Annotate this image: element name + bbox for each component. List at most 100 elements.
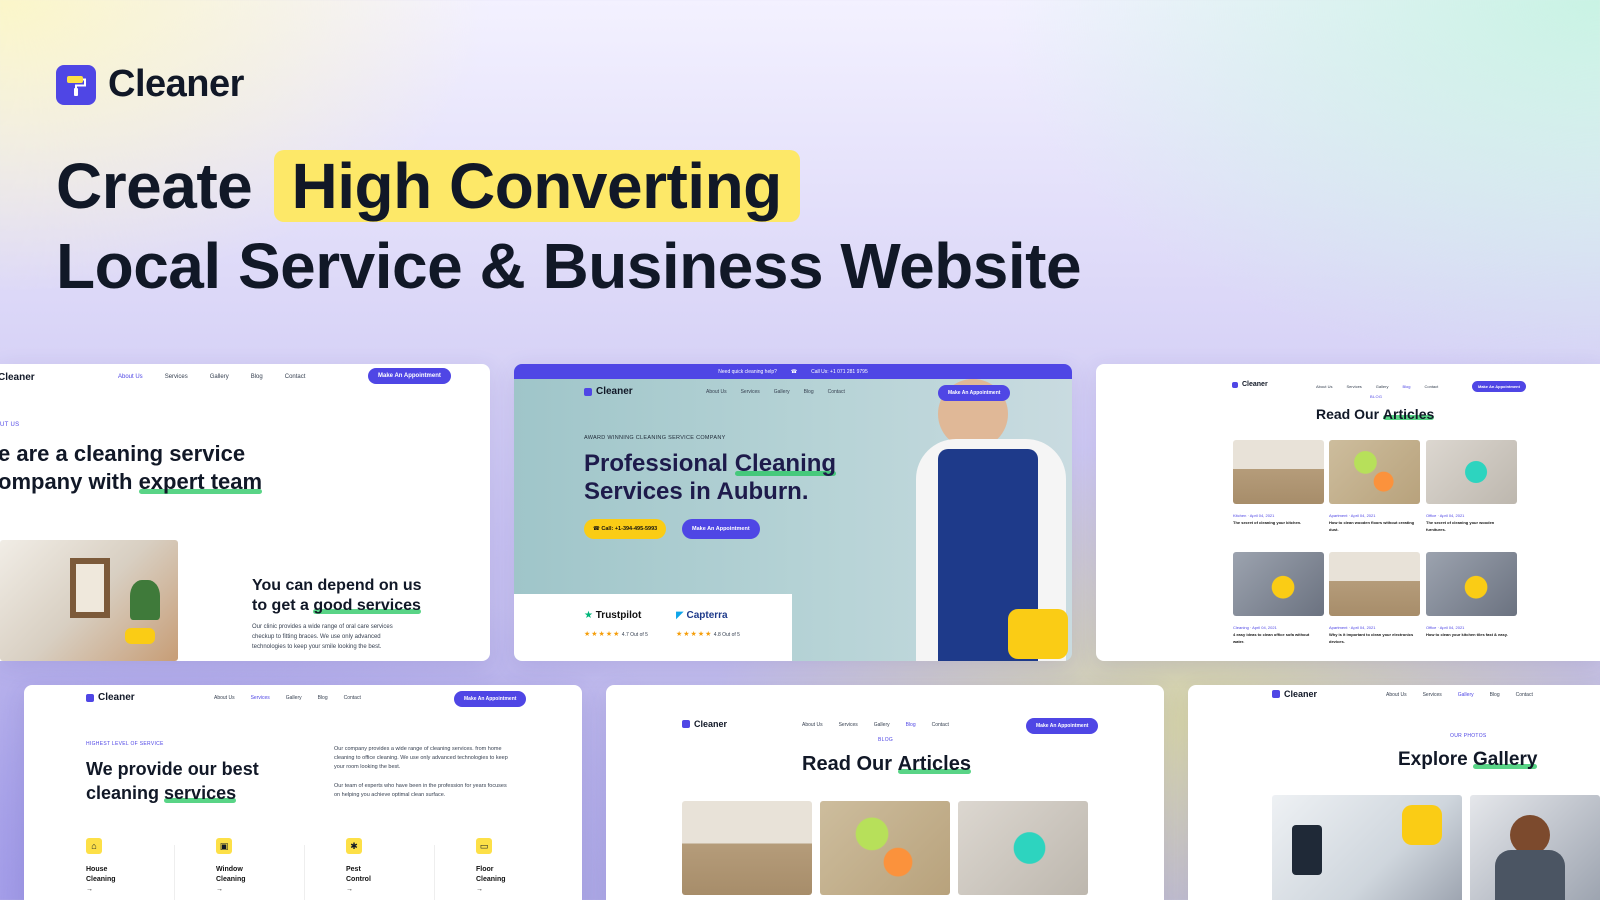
article-image[interactable] <box>1233 552 1324 616</box>
nav-contact[interactable]: Contact <box>285 374 306 380</box>
house-icon: ⌂ <box>86 838 102 854</box>
nav-menu: About Us Services Gallery Blog Contact <box>1316 384 1438 389</box>
nav-about[interactable]: About Us <box>802 722 823 728</box>
nav-about[interactable]: About Us <box>1316 384 1332 389</box>
article-image[interactable] <box>958 801 1088 895</box>
nav-about[interactable]: About Us <box>706 389 727 395</box>
nav-blog[interactable]: Blog <box>1490 692 1500 698</box>
nav-blog[interactable]: Blog <box>906 722 916 728</box>
star-icon: ★ <box>584 610 593 621</box>
hero-kicker: AWARD WINNING CLEANING SERVICE COMPANY <box>584 435 726 441</box>
article-image[interactable] <box>1329 440 1420 504</box>
nav-about[interactable]: About Us <box>214 695 235 701</box>
gallery-image[interactable] <box>1272 795 1462 900</box>
nav-gallery[interactable]: Gallery <box>210 374 229 380</box>
top-bar: Need quick cleaning help? ☎ Call Us: +1 07… <box>514 364 1072 379</box>
appointment-button[interactable]: Make An Appointment <box>1026 718 1099 734</box>
service-item-floor[interactable]: Floor Cleaning → <box>476 865 506 895</box>
nav-gallery[interactable]: Gallery <box>286 695 302 701</box>
gallery-page-preview: Cleaner About Us Services Gallery Blog C… <box>1188 685 1600 900</box>
service-item-pest[interactable]: Pest Control → <box>346 865 371 895</box>
blog-kicker: BLOG <box>1370 394 1383 399</box>
nav-contact[interactable]: Contact <box>828 389 845 395</box>
nav-gallery[interactable]: Gallery <box>874 722 890 728</box>
hero-appointment-button[interactable]: Make An Appointment <box>682 519 760 539</box>
blog-kicker: BLOG <box>878 737 894 743</box>
section-kicker: UT US <box>0 422 20 428</box>
headline-line2: Local Service & Business Website <box>56 230 1082 302</box>
nav-contact[interactable]: Contact <box>344 695 361 701</box>
brand-name: Cleaner <box>108 63 244 105</box>
nav-blog[interactable]: Blog <box>1402 384 1410 389</box>
gallery-image[interactable] <box>1470 795 1600 900</box>
hero-page-preview: Need quick cleaning help? ☎ Call Us: +1 07… <box>514 364 1072 661</box>
article-card[interactable]: Cleaning · April 04, 2021 4 easy ideas to… <box>1233 624 1321 645</box>
about-body: Our clinic provides a wide range of oral… <box>252 624 393 650</box>
mini-logo: Cleaner <box>1272 689 1317 699</box>
cleaner-person-image <box>908 379 1072 661</box>
appointment-button[interactable]: Make An Appointment <box>454 691 527 707</box>
headline-highlight: High Converting <box>273 150 800 222</box>
trustpilot-logo: ★ Trustpilot <box>584 610 642 621</box>
appointment-button[interactable]: Make An Appointment <box>1472 381 1526 392</box>
services-paragraph-1: Our company provides a wide range of cle… <box>334 746 508 770</box>
nav-blog[interactable]: Blog <box>251 374 263 380</box>
gallery-kicker: OUR PHOTOS <box>1450 733 1487 739</box>
services-kicker: HIGHEST LEVEL OF SERVICE <box>86 741 164 747</box>
services-paragraph-2: Our team of experts who have been in the… <box>334 783 507 798</box>
pest-icon: ✱ <box>346 838 362 854</box>
arrow-icon: → <box>346 886 353 893</box>
mini-logo: Cleaner <box>682 719 727 729</box>
nav-services[interactable]: Services <box>251 695 270 701</box>
phone-icon: ☎ <box>790 368 798 375</box>
nav-menu: About Us Services Gallery Blog Contact <box>802 722 949 728</box>
about-title: e are a cleaning service ompany with exp… <box>0 441 263 494</box>
nav-blog[interactable]: Blog <box>804 389 814 395</box>
nav-contact[interactable]: Contact <box>932 722 949 728</box>
page-headline: Create High Converting Local Service & B… <box>56 146 1082 306</box>
nav-contact[interactable]: Contact <box>1424 384 1438 389</box>
capterra-arrow-icon: ◤ <box>676 610 684 621</box>
hero-title: Professional Cleaning Services in Auburn… <box>584 450 837 505</box>
nav-about[interactable]: About Us <box>118 374 143 380</box>
window-icon: ▣ <box>216 838 232 854</box>
mini-logo: Cleaner <box>1232 381 1268 388</box>
nav-services[interactable]: Services <box>165 374 188 380</box>
about-subtitle: You can depend on us to get a good servi… <box>252 577 422 614</box>
nav-about[interactable]: About Us <box>1386 692 1407 698</box>
article-card[interactable]: Office · April 04, 2021 How to clean your… <box>1426 624 1514 638</box>
brand: Cleaner <box>56 63 244 106</box>
article-card[interactable]: Apartment · April 04, 2021 How to clean w… <box>1329 512 1417 533</box>
article-image[interactable] <box>682 801 812 895</box>
article-image[interactable] <box>820 801 950 895</box>
divider <box>174 845 175 900</box>
nav-gallery[interactable]: Gallery <box>1376 384 1389 389</box>
nav-services[interactable]: Services <box>1346 384 1361 389</box>
service-item-window[interactable]: Window Cleaning → <box>216 865 246 895</box>
article-image[interactable] <box>1426 440 1517 504</box>
appointment-button[interactable]: Make An Appointment <box>938 385 1011 401</box>
article-card[interactable]: Kitchen · April 04, 2021 The secret of cl… <box>1233 512 1321 526</box>
article-card[interactable]: Apartment · April 04, 2021 Why is it impo… <box>1329 624 1417 645</box>
article-image[interactable] <box>1426 552 1517 616</box>
article-image[interactable] <box>1329 552 1420 616</box>
service-item-house[interactable]: House Cleaning → <box>86 865 116 895</box>
appointment-button[interactable]: Make An Appointment <box>368 368 451 384</box>
nav-services[interactable]: Services <box>741 389 760 395</box>
about-photo <box>0 540 178 661</box>
article-card[interactable]: Office · April 04, 2021 The secret of cle… <box>1426 512 1514 533</box>
article-image[interactable] <box>1233 440 1324 504</box>
nav-services[interactable]: Services <box>1423 692 1442 698</box>
nav-services[interactable]: Services <box>839 722 858 728</box>
paint-roller-icon <box>56 64 96 105</box>
nav-contact[interactable]: Contact <box>1516 692 1533 698</box>
capterra-logo: ◤ Capterra <box>676 610 728 621</box>
arrow-icon: → <box>216 886 223 893</box>
nav-gallery[interactable]: Gallery <box>774 389 790 395</box>
divider <box>434 845 435 900</box>
floor-icon: ▭ <box>476 838 492 854</box>
call-button[interactable]: ☎ Call: +1-394-495-5993 <box>584 519 667 539</box>
nav-gallery[interactable]: Gallery <box>1458 692 1474 698</box>
nav-blog[interactable]: Blog <box>318 695 328 701</box>
divider <box>304 845 305 900</box>
